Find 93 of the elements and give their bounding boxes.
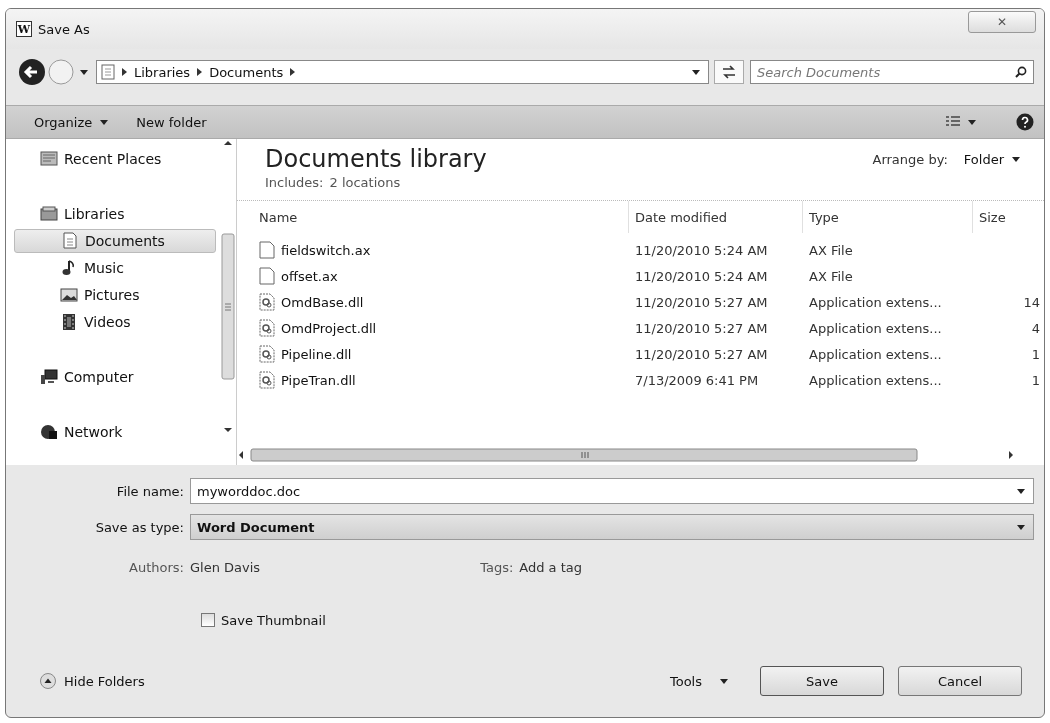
nav-item[interactable]: Videos — [14, 310, 216, 334]
caret-icon — [720, 678, 728, 684]
gear-file-icon — [259, 345, 275, 363]
library-title: Documents library — [265, 145, 487, 173]
file-name[interactable]: PipeTran.dll — [281, 372, 356, 388]
refresh-button[interactable] — [714, 60, 744, 84]
back-button[interactable] — [18, 58, 46, 86]
column-header[interactable]: Size — [973, 201, 1044, 233]
size-cell: 1 — [1031, 346, 1040, 362]
search-icon — [1015, 66, 1027, 78]
pictures-icon — [60, 286, 78, 304]
size-cell: 1 — [1031, 372, 1040, 388]
app-icon: W — [16, 21, 32, 37]
blank-file-icon — [259, 267, 275, 285]
type-cell-text: Application extens... — [808, 294, 943, 310]
caret-icon — [1017, 488, 1025, 494]
arrange-dropdown[interactable]: Folder — [957, 151, 1030, 168]
new-folder-button[interactable]: New folder — [128, 110, 215, 134]
caret-icon — [1017, 524, 1025, 530]
tags-field[interactable]: Add a tag — [519, 559, 582, 575]
field-label: Save as type: — [94, 519, 185, 535]
nav-item[interactable]: Network — [14, 420, 216, 444]
file-name[interactable]: Pipeline.dll — [281, 346, 352, 362]
caret-icon — [100, 119, 109, 125]
documents-icon — [61, 232, 79, 250]
locations-link[interactable]: 2 locations — [329, 175, 401, 190]
date-cell-text: 11/20/2010 5:24 AM — [634, 268, 769, 284]
date-cell-text: 11/20/2010 5:27 AM — [634, 294, 769, 310]
nav-item[interactable]: Documents — [14, 229, 216, 253]
nav-item[interactable]: Music — [14, 256, 216, 280]
gear-file-icon — [259, 371, 275, 389]
checkbox-label: Save Thumbnail — [221, 612, 326, 628]
thumbnail-checkbox[interactable] — [201, 613, 215, 627]
gear-file-icon — [259, 319, 275, 337]
nav-item[interactable]: Computer — [14, 365, 216, 389]
type-cell-text: AX File — [808, 268, 854, 284]
tools-button[interactable]: Tools — [663, 672, 738, 690]
folder-page-icon — [101, 64, 115, 80]
caret-icon — [1012, 157, 1020, 162]
window-title: Save As — [38, 21, 90, 37]
includes-label: Includes: — [265, 175, 324, 190]
type-cell-text: AX File — [808, 242, 854, 258]
save-button[interactable]: Save — [760, 666, 884, 696]
field-label: File name: — [115, 483, 185, 499]
computer-icon — [40, 368, 58, 386]
nav-item[interactable]: Libraries — [14, 202, 216, 226]
save-type-dropdown[interactable]: Word Document — [190, 514, 1034, 540]
file-name[interactable]: OmdProject.dll — [281, 320, 377, 336]
collapse-icon — [40, 673, 56, 689]
network-icon — [40, 423, 58, 441]
file-name[interactable]: OmdBase.dll — [281, 294, 364, 310]
date-cell-text: 11/20/2010 5:27 AM — [634, 320, 769, 336]
column-header[interactable]: Type — [803, 201, 973, 233]
recent-icon — [40, 150, 58, 168]
tags-label: Tags: — [480, 559, 514, 575]
list-view-icon — [946, 116, 960, 128]
date-cell-text: 11/20/2010 5:24 AM — [634, 242, 769, 258]
nav-item[interactable]: Pictures — [14, 283, 216, 307]
type-cell-text: Application extens... — [808, 372, 943, 388]
file-name-field[interactable]: myworddoc.doc — [190, 478, 1034, 504]
caret-icon — [968, 119, 976, 125]
search-field[interactable]: Search Documents — [750, 60, 1034, 84]
history-dropdown-icon[interactable] — [80, 69, 88, 75]
authors-value[interactable]: Glen Davis — [190, 559, 261, 575]
organize-button[interactable]: Organize — [26, 110, 121, 134]
chevron-right-icon — [290, 68, 296, 76]
close-button[interactable]: ✕ — [968, 11, 1036, 33]
nav-item[interactable]: Recent Places — [14, 147, 216, 171]
chevron-right-icon — [197, 68, 203, 76]
size-cell: 4 — [1031, 320, 1040, 336]
type-cell-text: Application extens... — [808, 346, 943, 362]
videos-icon — [60, 313, 78, 331]
file-name[interactable]: fieldswitch.ax — [281, 242, 371, 258]
date-cell-text: 11/20/2010 5:27 AM — [634, 346, 769, 362]
libraries-icon — [40, 205, 58, 223]
column-header[interactable]: Name — [237, 201, 629, 233]
caret-icon — [692, 69, 700, 75]
hide-folders-button[interactable]: Hide Folders — [34, 672, 151, 690]
breadcrumb[interactable]: Documents — [209, 64, 284, 80]
date-cell-text: 7/13/2009 6:41 PM — [634, 372, 760, 388]
file-name[interactable]: offset.ax — [281, 268, 338, 284]
chevron-right-icon — [122, 68, 127, 76]
authors-label: Authors: — [128, 559, 185, 575]
gear-file-icon — [259, 293, 275, 311]
size-cell: 14 — [1023, 294, 1040, 310]
address-field[interactable]: Libraries Documents — [96, 60, 709, 84]
column-header[interactable]: Date modified — [629, 201, 803, 233]
blank-file-icon — [259, 241, 275, 259]
breadcrumb[interactable]: Libraries — [134, 64, 191, 80]
help-icon[interactable] — [1016, 113, 1034, 131]
type-cell-text: Application extens... — [808, 320, 943, 336]
cancel-button[interactable]: Cancel — [898, 666, 1022, 696]
arrange-label: Arrange by: — [872, 152, 948, 167]
